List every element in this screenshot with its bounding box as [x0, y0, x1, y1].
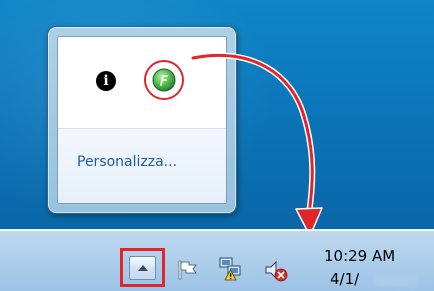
info-icon[interactable]: i	[96, 71, 116, 91]
customize-link[interactable]: Personalizza...	[77, 154, 177, 170]
notification-overflow-popup: i Personalizza...	[47, 26, 237, 214]
flag-icon[interactable]	[177, 260, 199, 280]
taskbar: 10:29 AM 4/1/	[0, 229, 434, 291]
network-warning-icon[interactable]	[219, 257, 243, 281]
clock-date: 4/1/	[330, 270, 360, 288]
popup-panel: i Personalizza...	[57, 36, 227, 204]
volume-muted-icon[interactable]	[264, 258, 288, 282]
show-hidden-icons-button[interactable]	[120, 248, 165, 287]
show-hidden-icons-face	[129, 256, 156, 280]
clock-time: 10:29 AM	[324, 247, 396, 265]
hidden-icons-area: i	[58, 37, 226, 129]
green-app-icon[interactable]	[152, 68, 176, 92]
info-glyph: i	[103, 73, 109, 89]
popup-footer: Personalizza...	[58, 129, 226, 203]
date-redaction	[374, 275, 419, 287]
chevron-up-icon	[138, 265, 148, 271]
desktop-background: i Personalizza... 10:29 AM 4/1/	[0, 0, 434, 291]
system-clock[interactable]: 10:29 AM 4/1/	[322, 245, 432, 290]
